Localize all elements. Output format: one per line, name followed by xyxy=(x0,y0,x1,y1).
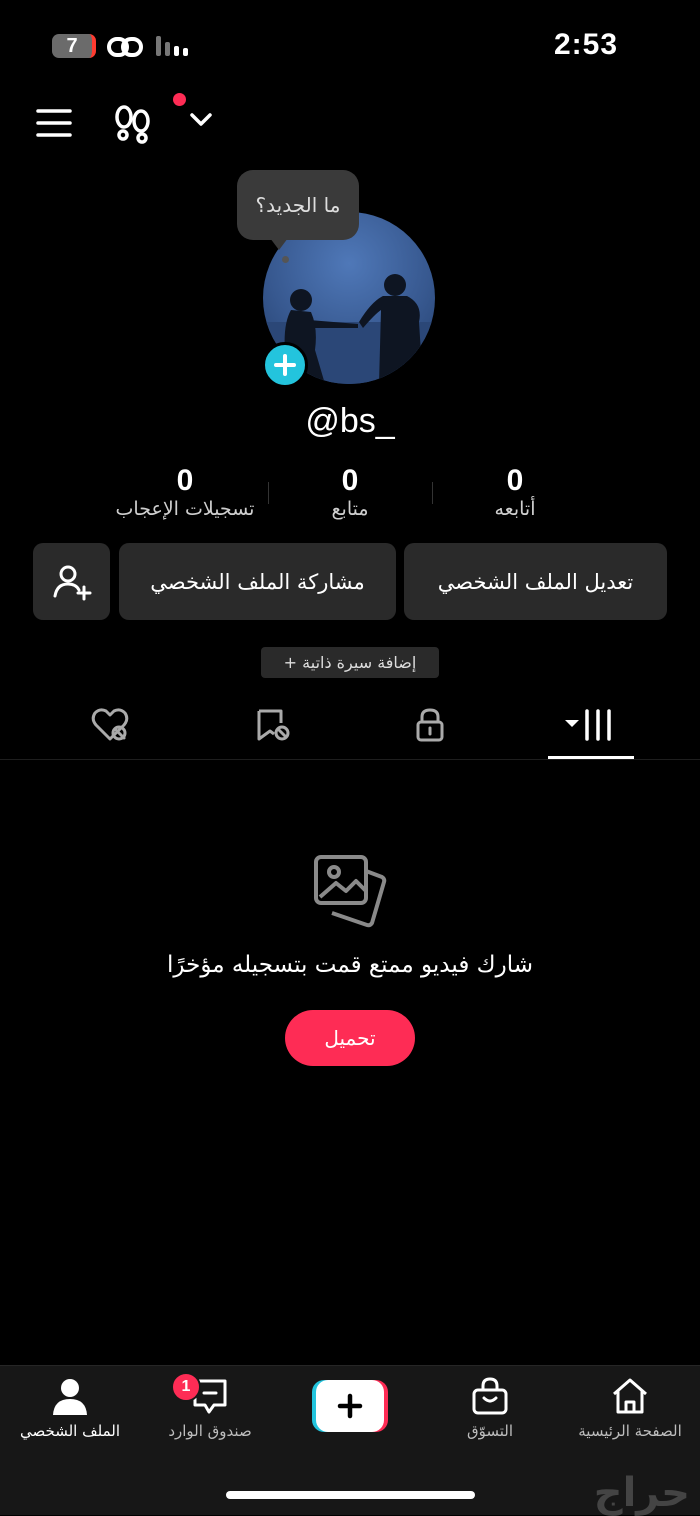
nav-label-profile: الملف الشخصي xyxy=(20,1422,120,1440)
edit-profile-button[interactable]: تعديل الملف الشخصي xyxy=(404,543,667,620)
following-label: أتابعه xyxy=(494,498,536,520)
tab-videos[interactable] xyxy=(541,700,641,750)
inbox-badge: 1 xyxy=(171,1372,201,1402)
nav-item-home[interactable]: الصفحة الرئيسية xyxy=(560,1376,700,1440)
whats-new-tooltip[interactable]: ما الجديد؟ xyxy=(237,170,359,240)
nav-label-home: الصفحة الرئيسية xyxy=(578,1422,682,1440)
liked-icon xyxy=(90,707,130,743)
photos-icon xyxy=(312,853,388,929)
tab-saved[interactable] xyxy=(222,700,322,750)
link-icon xyxy=(106,34,144,60)
profile-icon xyxy=(50,1376,90,1416)
likes-count: 0 xyxy=(176,464,194,497)
followers-label: متابع xyxy=(331,498,369,520)
hamburger-menu-icon[interactable] xyxy=(36,108,72,138)
signal-icon xyxy=(154,34,190,58)
stat-following[interactable]: 0 أتابعه xyxy=(445,464,585,520)
tab-liked[interactable] xyxy=(60,700,160,750)
empty-state-title: شارك فيديو ممتع قمت بتسجيله مؤخرًا xyxy=(167,952,533,978)
upload-button[interactable]: تحميل xyxy=(285,1010,415,1066)
nav-item-profile[interactable]: الملف الشخصي xyxy=(0,1376,140,1440)
create-button[interactable] xyxy=(312,1380,388,1432)
add-friend-button[interactable] xyxy=(33,543,110,620)
nav-label-shop: التسوّق xyxy=(466,1422,514,1440)
saved-icon xyxy=(254,707,290,743)
chevron-down-icon[interactable] xyxy=(189,112,213,128)
share-profile-button[interactable]: مشاركة الملف الشخصي xyxy=(119,543,396,620)
battery-indicator: 7 xyxy=(52,34,96,58)
likes-label: تسجيلات الإعجاب xyxy=(115,498,255,520)
add-story-button[interactable] xyxy=(262,342,308,388)
home-icon xyxy=(610,1376,650,1416)
footprints-icon[interactable] xyxy=(112,102,154,144)
nav-label-inbox: صندوق الوارد xyxy=(168,1422,252,1440)
notification-dot xyxy=(173,93,186,106)
stat-divider xyxy=(268,482,269,504)
shopping-bag-icon xyxy=(470,1376,510,1416)
status-time: 2:53 xyxy=(553,28,618,61)
nav-item-shop[interactable]: التسوّق xyxy=(420,1376,560,1440)
home-indicator[interactable] xyxy=(226,1491,475,1499)
followers-count: 0 xyxy=(341,464,359,497)
tab-private[interactable] xyxy=(380,700,480,750)
nav-item-inbox[interactable]: صندوق الوارد xyxy=(140,1376,280,1440)
following-count: 0 xyxy=(506,464,524,497)
tooltip-dot xyxy=(282,256,289,263)
stat-followers[interactable]: 0 متابع xyxy=(280,464,420,520)
tabs-divider xyxy=(0,759,700,760)
lock-icon xyxy=(414,707,446,743)
watermark: حراج xyxy=(593,1470,690,1516)
username: @bs_ xyxy=(305,402,395,440)
tooltip-tail xyxy=(270,238,288,250)
stat-likes[interactable]: 0 تسجيلات الإعجاب xyxy=(100,464,270,520)
videos-grid-icon xyxy=(563,707,619,743)
add-bio-button[interactable]: + إضافة سيرة ذاتية xyxy=(261,647,439,678)
stat-divider xyxy=(432,482,433,504)
